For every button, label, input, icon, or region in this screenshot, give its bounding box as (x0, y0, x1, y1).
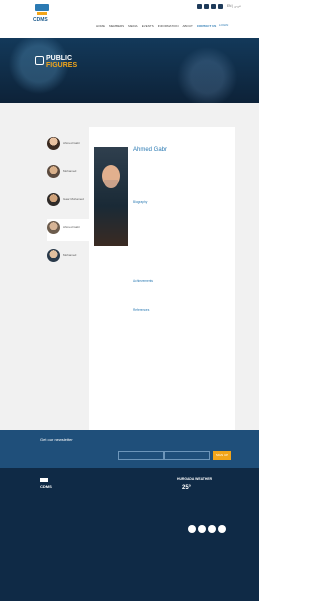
person-item[interactable]: Ahmed Gabr (47, 135, 89, 157)
newsletter-section (0, 430, 259, 468)
site-logo[interactable]: CDMS (33, 4, 51, 32)
youtube-icon[interactable] (218, 4, 223, 9)
person-name: Gaar Mohamed (63, 197, 84, 201)
profile-name: Ahmed Gabr (133, 147, 168, 153)
twitter-icon[interactable] (198, 525, 206, 533)
profile-photo-beard (104, 180, 118, 188)
logo-text: CDMS (33, 17, 48, 23)
hero-title-line2: FIGURES (46, 62, 78, 69)
weather-title: HURGADA WEATHER (177, 477, 213, 481)
email-input[interactable] (164, 451, 210, 460)
weather-temperature: 25° (182, 485, 192, 491)
language-switcher[interactable]: EN | عربي (227, 4, 241, 8)
profile-photo (94, 147, 128, 246)
facebook-icon[interactable] (197, 4, 202, 9)
nav-members[interactable]: MEMBERS (109, 24, 124, 28)
hero-title: PUBLIC FIGURES (46, 55, 77, 69)
person-name: Ahmed Gabr (63, 141, 81, 145)
nav-events[interactable]: EVENTS (142, 24, 154, 28)
avatar (47, 193, 60, 206)
footer (0, 468, 259, 601)
section-achievements: Achievements (133, 279, 154, 283)
nav-information[interactable]: INFORMATION (158, 24, 179, 28)
person-name: Ahmed Gabr (63, 225, 81, 229)
person-name: Mohamed (63, 169, 77, 173)
nav-media[interactable]: MEDIA (128, 24, 138, 28)
person-item[interactable]: Mohamed (47, 247, 89, 269)
main-nav: HOME MEMBERS MEDIA EVENTS INFORMATION AB… (96, 24, 216, 28)
name-input[interactable] (118, 451, 164, 460)
person-name: Mohamed (63, 253, 77, 257)
footer-logo-mark (40, 478, 48, 482)
people-list: Ahmed Gabr Mohamed Gaar Mohamed Ahmed Ga… (47, 135, 89, 275)
person-item[interactable]: Mohamed (47, 163, 89, 185)
hero-banner (0, 38, 259, 103)
public-figures-icon (35, 56, 44, 65)
login-button[interactable]: LOGIN (219, 23, 228, 27)
logo-accent (37, 12, 47, 15)
instagram-icon[interactable] (208, 525, 216, 533)
signup-button[interactable]: SIGN UP (213, 451, 231, 460)
avatar (47, 249, 60, 262)
person-item-selected[interactable]: Ahmed Gabr (47, 219, 89, 241)
twitter-icon[interactable] (204, 4, 209, 9)
header: CDMS EN | عربي HOME MEMBERS MEDIA EVENTS… (0, 0, 259, 38)
instagram-icon[interactable] (211, 4, 216, 9)
person-item[interactable]: Gaar Mohamed (47, 191, 89, 213)
nav-contact[interactable]: CONTACT US (197, 24, 216, 28)
footer-social-icons (188, 525, 226, 533)
logo-mark (35, 4, 49, 11)
nav-about[interactable]: ABOUT (182, 24, 192, 28)
hero-title-line1: PUBLIC (46, 55, 73, 62)
section-references: References (133, 308, 150, 312)
section-biography: Biography (133, 200, 148, 204)
facebook-icon[interactable] (188, 525, 196, 533)
avatar (47, 137, 60, 150)
avatar (47, 165, 60, 178)
nav-home[interactable]: HOME (96, 24, 105, 28)
header-social-icons (197, 4, 223, 9)
footer-logo-text: CDMS (40, 484, 52, 489)
avatar (47, 221, 60, 234)
newsletter-title: Get our newsletter (40, 437, 73, 442)
footer-logo[interactable]: CDMS (40, 478, 52, 492)
youtube-icon[interactable] (218, 525, 226, 533)
